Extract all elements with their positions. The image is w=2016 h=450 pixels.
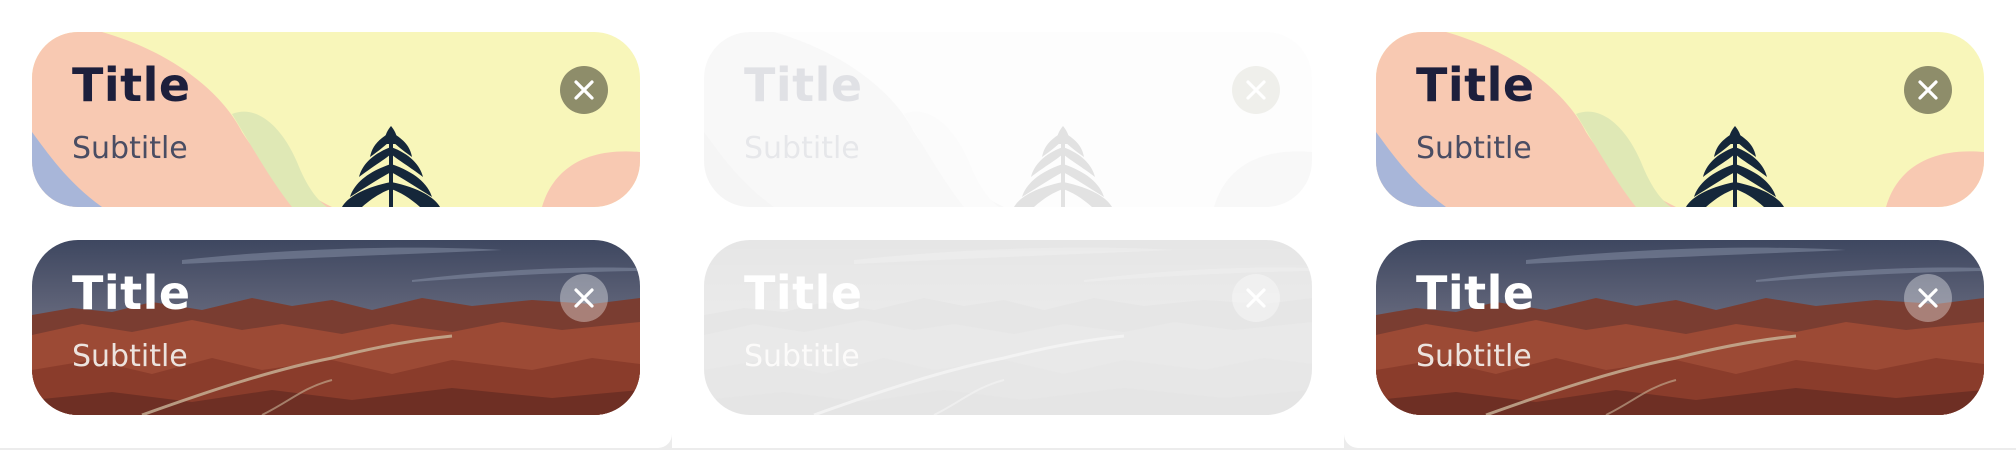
close-icon: [1246, 80, 1266, 100]
close-icon: [1246, 288, 1266, 308]
card-subtitle: Subtitle: [744, 339, 860, 374]
card-column-hover: Title Subtitle Title Subtitle: [1344, 0, 2016, 448]
card-title: Title: [744, 266, 863, 320]
card-column-disabled: Title Subtitle Title Subtitle: [672, 0, 1344, 448]
close-button[interactable]: [560, 66, 608, 114]
notification-card-dark[interactable]: Title Subtitle: [32, 240, 640, 415]
close-button[interactable]: [1904, 66, 1952, 114]
notification-card-light[interactable]: Title Subtitle: [32, 32, 640, 207]
notification-card-dark[interactable]: Title Subtitle: [1376, 240, 1984, 415]
card-title: Title: [72, 266, 191, 320]
notification-card-light-disabled: Title Subtitle: [704, 32, 1312, 207]
close-button: [1232, 66, 1280, 114]
card-subtitle: Subtitle: [72, 131, 188, 166]
notification-card-light[interactable]: Title Subtitle: [1376, 32, 1984, 207]
notification-card-dark-disabled: Title Subtitle: [704, 240, 1312, 415]
close-button[interactable]: [1904, 274, 1952, 322]
close-button: [1232, 274, 1280, 322]
card-subtitle: Subtitle: [1416, 339, 1532, 374]
card-subtitle: Subtitle: [744, 131, 860, 166]
close-button[interactable]: [560, 274, 608, 322]
card-title: Title: [1416, 266, 1535, 320]
card-title: Title: [744, 58, 863, 112]
close-icon: [574, 288, 594, 308]
card-subtitle: Subtitle: [1416, 131, 1532, 166]
close-icon: [1918, 80, 1938, 100]
card-column-default: Title Subtitle Title Subtitle: [0, 0, 672, 448]
card-subtitle: Subtitle: [72, 339, 188, 374]
card-title: Title: [72, 58, 191, 112]
close-icon: [1918, 288, 1938, 308]
close-icon: [574, 80, 594, 100]
card-title: Title: [1416, 58, 1535, 112]
